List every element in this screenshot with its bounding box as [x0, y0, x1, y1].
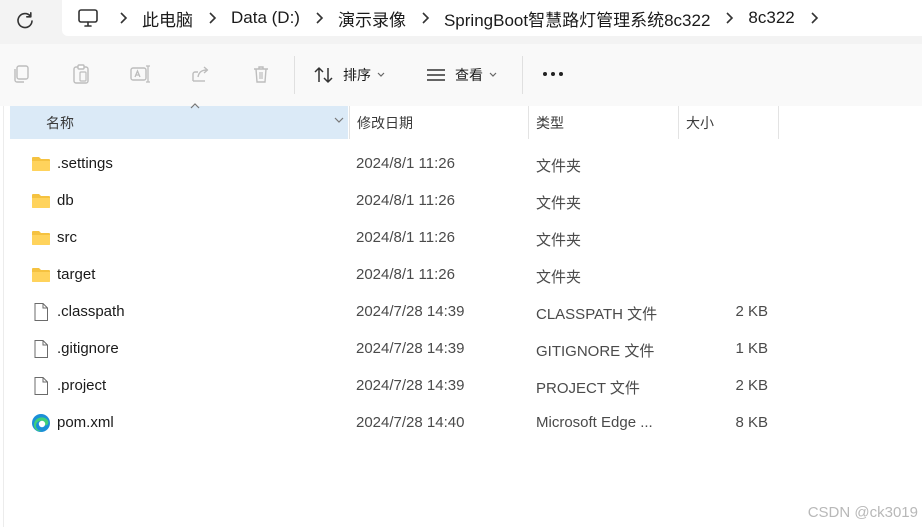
- folder-icon: [32, 268, 50, 282]
- clipboard-icon: [73, 64, 89, 84]
- file-date: 2024/8/1 11:26: [356, 229, 455, 246]
- file-type: 文件夹: [536, 232, 582, 249]
- folder-icon: [32, 231, 50, 245]
- refresh-button[interactable]: [12, 8, 38, 34]
- rename-button[interactable]: [128, 62, 152, 86]
- watermark: CSDN @ck3019: [807, 504, 918, 521]
- chevron-right-icon[interactable]: [108, 11, 138, 25]
- column-header-name[interactable]: 名称: [10, 103, 348, 139]
- file-size: 8 KB: [735, 414, 768, 431]
- edge-icon: [32, 414, 50, 432]
- pane-divider: [3, 106, 4, 527]
- file-date: 2024/8/1 11:26: [356, 192, 455, 209]
- address-bar: 此电脑 Data (D:) 演示录像 SpringBoot智慧路灯管理系统8c3…: [0, 0, 922, 44]
- file-row[interactable]: .settings 2024/8/1 11:26 文件夹: [10, 145, 790, 182]
- view-icon: [427, 69, 445, 81]
- column-header-type[interactable]: 类型: [528, 106, 678, 139]
- command-bar: 排序 查看: [0, 44, 922, 107]
- file-type: PROJECT 文件: [536, 380, 640, 397]
- file-size: 2 KB: [735, 303, 768, 320]
- refresh-icon: [17, 12, 33, 29]
- view-button[interactable]: 查看: [425, 64, 497, 86]
- file-row[interactable]: pom.xml 2024/7/28 14:40 Microsoft Edge .…: [10, 404, 790, 441]
- toolbar-divider: [294, 56, 295, 94]
- file-type: 文件夹: [536, 158, 582, 175]
- column-label-type: 类型: [536, 114, 564, 131]
- sort-ascending-icon: [190, 103, 200, 109]
- file-name: .gitignore: [57, 340, 119, 357]
- file-name: src: [57, 229, 77, 246]
- file-row[interactable]: src 2024/8/1 11:26 文件夹: [10, 219, 790, 256]
- chevron-down-icon: [377, 72, 385, 77]
- column-label-date: 修改日期: [357, 114, 413, 131]
- monitor-icon: [78, 9, 98, 27]
- breadcrumb-item-current[interactable]: 8c322: [744, 8, 798, 28]
- file-name: db: [57, 192, 74, 209]
- chevron-right-icon[interactable]: [799, 11, 829, 25]
- file-size: 1 KB: [735, 340, 768, 357]
- breadcrumb-item-folder[interactable]: 演示录像: [334, 6, 410, 31]
- file-size: 2 KB: [735, 377, 768, 394]
- file-type: 文件夹: [536, 195, 582, 212]
- view-label: 查看: [455, 67, 483, 83]
- file-icon: [34, 377, 48, 395]
- file-type: 文件夹: [536, 269, 582, 286]
- file-name: pom.xml: [57, 414, 114, 431]
- file-row[interactable]: .project 2024/7/28 14:39 PROJECT 文件 2 KB: [10, 367, 790, 404]
- breadcrumb: 此电脑 Data (D:) 演示录像 SpringBoot智慧路灯管理系统8c3…: [62, 0, 922, 36]
- rename-icon: [130, 65, 150, 83]
- sort-label: 排序: [343, 67, 371, 83]
- this-pc-button[interactable]: [68, 8, 108, 28]
- file-type: CLASSPATH 文件: [536, 306, 658, 323]
- file-type: Microsoft Edge ...: [536, 414, 653, 431]
- file-date: 2024/7/28 14:39: [356, 303, 465, 320]
- chevron-down-icon[interactable]: [334, 116, 344, 124]
- share-button[interactable]: [189, 62, 213, 86]
- chevron-right-icon[interactable]: [197, 11, 227, 25]
- folder-icon: [32, 194, 50, 208]
- chevron-down-icon: [489, 72, 497, 77]
- chevron-right-icon[interactable]: [714, 11, 744, 25]
- file-icon: [34, 303, 48, 321]
- file-icon: [34, 340, 48, 358]
- breadcrumb-item-project[interactable]: SpringBoot智慧路灯管理系统8c322: [440, 6, 714, 31]
- toolbar-divider: [522, 56, 523, 94]
- file-date: 2024/7/28 14:39: [356, 340, 465, 357]
- file-date: 2024/8/1 11:26: [356, 155, 455, 172]
- more-options-button[interactable]: [541, 62, 565, 86]
- file-type: GITIGNORE 文件: [536, 343, 655, 360]
- sort-icon: [314, 67, 333, 83]
- file-list: 名称 修改日期 类型 大小 .settings 2024/8/1 11:26 文…: [0, 103, 922, 527]
- file-date: 2024/7/28 14:39: [356, 377, 465, 394]
- file-date: 2024/8/1 11:26: [356, 266, 455, 283]
- file-name: .project: [57, 377, 107, 394]
- delete-button[interactable]: [249, 62, 273, 86]
- file-row[interactable]: .gitignore 2024/7/28 14:39 GITIGNORE 文件 …: [10, 330, 790, 367]
- file-row[interactable]: .classpath 2024/7/28 14:39 CLASSPATH 文件 …: [10, 293, 790, 330]
- file-row[interactable]: db 2024/8/1 11:26 文件夹: [10, 182, 790, 219]
- copy-button[interactable]: [9, 62, 33, 86]
- breadcrumb-item-drive[interactable]: Data (D:): [227, 8, 304, 28]
- share-icon: [192, 66, 209, 82]
- copy-icon: [14, 65, 29, 83]
- chevron-right-icon[interactable]: [410, 11, 440, 25]
- more-icon: [543, 72, 563, 76]
- column-header-size[interactable]: 大小: [678, 106, 779, 139]
- file-row[interactable]: target 2024/8/1 11:26 文件夹: [10, 256, 790, 293]
- file-name: .classpath: [57, 303, 125, 320]
- sort-button[interactable]: 排序: [313, 64, 385, 86]
- breadcrumb-item-this-pc[interactable]: 此电脑: [138, 6, 197, 31]
- column-header-date[interactable]: 修改日期: [349, 106, 528, 139]
- folder-icon: [32, 157, 50, 171]
- column-label-name: 名称: [46, 114, 74, 131]
- file-date: 2024/7/28 14:40: [356, 414, 465, 431]
- paste-button[interactable]: [69, 62, 93, 86]
- file-name: .settings: [57, 155, 113, 172]
- trash-icon: [254, 66, 268, 83]
- column-label-size: 大小: [686, 114, 714, 131]
- chevron-right-icon[interactable]: [304, 11, 334, 25]
- file-name: target: [57, 266, 96, 283]
